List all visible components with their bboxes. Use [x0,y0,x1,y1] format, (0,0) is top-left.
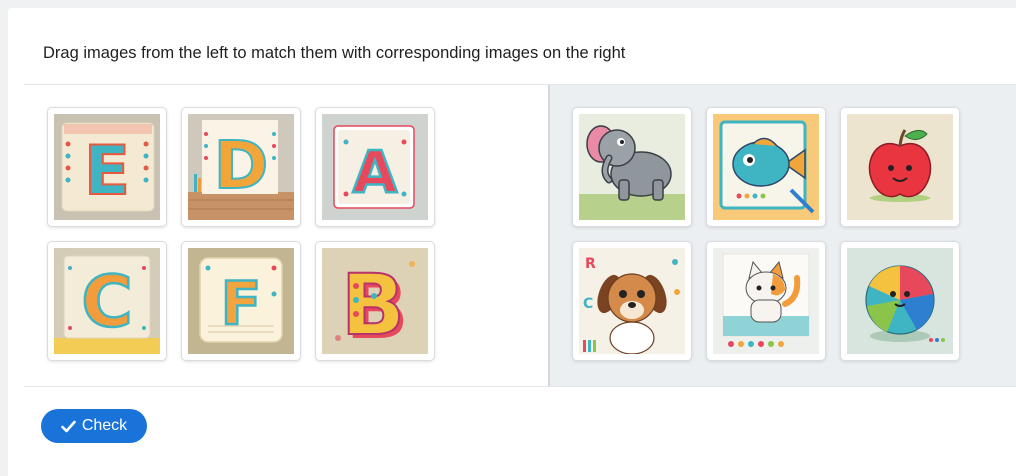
letter-a-tile: A [322,114,428,220]
letter-c-glyph: C [81,261,132,343]
elephant-icon [579,114,685,220]
letter-d-tile: D [188,114,294,220]
drop-target-dog[interactable]: R C [572,241,692,361]
letter-b-glyph: B [341,256,405,354]
dog-icon: R C [579,248,685,354]
drop-target-cat[interactable] [706,241,826,361]
instructions-text: Drag images from the left to match them … [43,44,626,62]
cat-icon [713,248,819,354]
drop-target-elephant[interactable] [572,107,692,227]
draggable-item-e[interactable]: E [47,107,167,227]
svg-text:R: R [585,256,596,272]
ball-icon [847,248,953,354]
apple-icon [847,114,953,220]
drop-target-apple[interactable] [840,107,960,227]
letter-e-glyph: E [84,132,130,211]
fish-icon [713,114,819,220]
letter-e-tile: E [54,114,160,220]
draggable-item-b[interactable]: B B [315,241,435,361]
letter-d-glyph: D [214,127,269,204]
draggable-item-a[interactable]: A [315,107,435,227]
draggable-item-c[interactable]: C [47,241,167,361]
letter-c-tile: C [54,248,160,354]
draggable-item-f[interactable]: F [181,241,301,361]
left-pane: E D A C F B B [24,85,548,386]
letter-f-tile: F [188,248,294,354]
check-button-label: Check [81,417,128,434]
letter-b-tile: B B [322,248,428,354]
draggable-item-d[interactable]: D [181,107,301,227]
letter-f-glyph: F [221,269,262,339]
matching-area: E D A C F B B R C [24,84,1016,387]
right-pane: R C [548,85,1016,386]
drop-target-fish[interactable] [706,107,826,227]
exercise-card: Drag images from the left to match them … [8,8,1016,476]
check-icon [61,420,76,432]
check-button[interactable]: Check [41,409,147,443]
letter-a-glyph: A [353,138,398,206]
svg-text:C: C [583,296,593,312]
drop-target-ball[interactable] [840,241,960,361]
